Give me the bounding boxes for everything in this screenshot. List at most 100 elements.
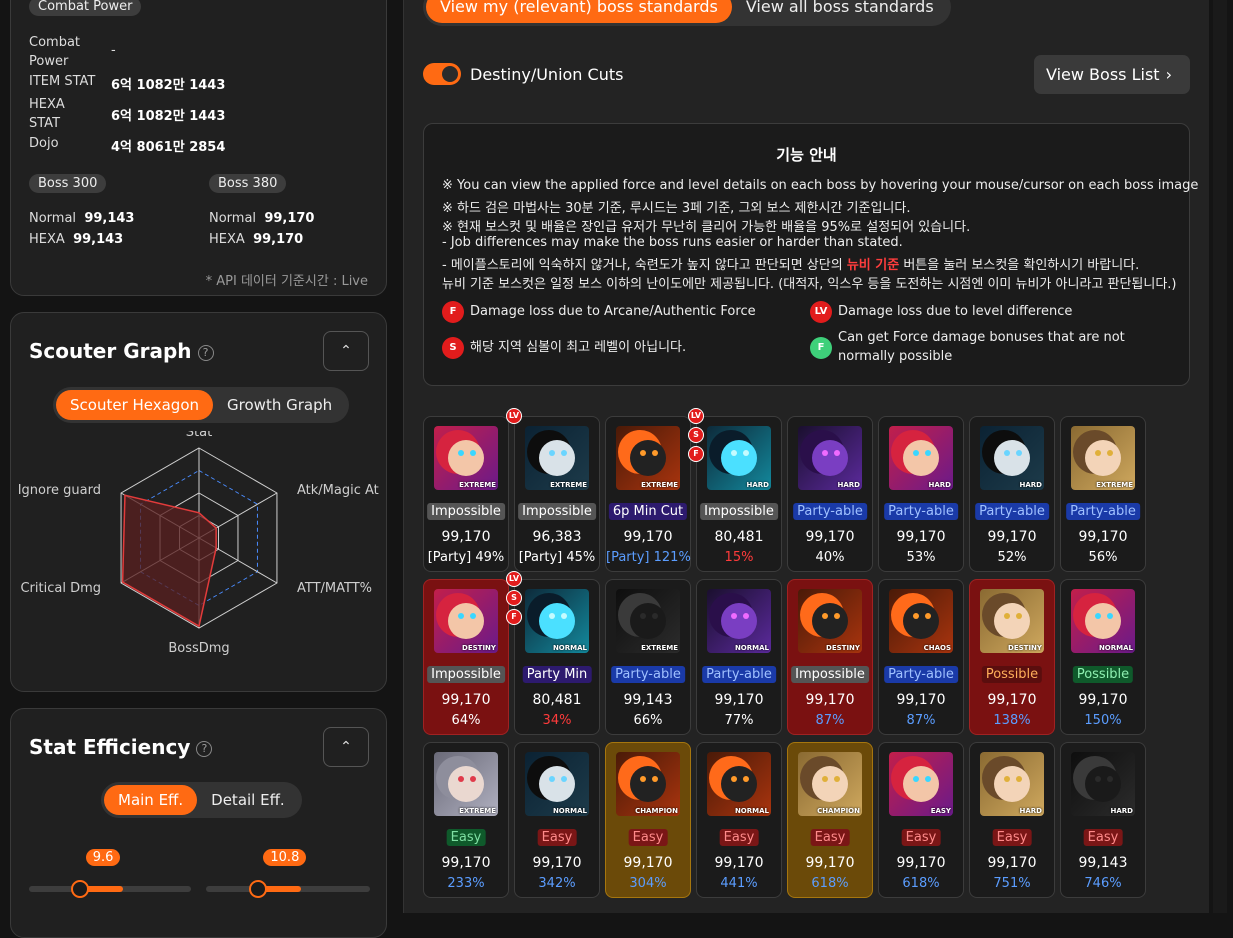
boss-card[interactable]: HARD Party-able 99,170 52% — [969, 416, 1055, 572]
boss-card[interactable]: NORMAL Party Min 80,481 34% LV S F — [506, 571, 600, 735]
view-boss-list-button[interactable]: View Boss List › — [1034, 55, 1190, 94]
boss-status-badge: Easy — [901, 829, 941, 846]
boss-card[interactable]: EASY Easy 99,170 618% — [878, 742, 964, 898]
stat-eff-title-wrap: Stat Efficiency? — [29, 735, 213, 759]
guide-title: 기능 안내 — [776, 146, 837, 164]
boss-card[interactable]: HARD Impossible 80,481 15% LV S F — [688, 408, 782, 572]
boss-card[interactable]: EXTREME Impossible 99,170 [Party] 49% — [423, 416, 509, 572]
boss-card[interactable]: EXTREME Party-able 99,143 66% — [605, 579, 691, 735]
boss-card[interactable]: NORMAL Party-able 99,170 77% — [696, 579, 782, 735]
boss-status-badge: Impossible — [427, 666, 505, 683]
boss-card[interactable]: CHAMPION Easy 99,170 618% — [787, 742, 873, 898]
combat-power-tag: Combat Power — [29, 0, 142, 16]
destiny-union-toggle[interactable] — [423, 63, 461, 85]
boss-image[interactable]: EXTREME — [616, 426, 680, 490]
boss-status-badge: Impossible — [427, 503, 505, 520]
boss-ratio: 441% — [720, 876, 758, 891]
boss-card[interactable]: DESTINY Impossible 99,170 87% — [787, 579, 873, 735]
boss-image[interactable]: HARD — [889, 426, 953, 490]
boss-card[interactable]: NORMAL Possible 99,170 150% — [1060, 579, 1146, 735]
boss-image[interactable]: CHAOS — [889, 589, 953, 653]
boss-status-badge: Easy — [628, 829, 668, 846]
scouter-collapse-button[interactable]: ⌃ — [323, 331, 369, 371]
boss-image[interactable]: EXTREME — [434, 752, 498, 816]
combat-power-card: Combat Power Combat Power - ITEM STAT 6억… — [10, 0, 387, 296]
boss-ratio: 64% — [451, 713, 481, 728]
boss-status-badge: Party-able — [611, 666, 685, 683]
help-icon[interactable]: ? — [197, 345, 214, 361]
boss-card[interactable]: NORMAL Easy 99,170 441% — [696, 742, 782, 898]
item-stat-value: 6억 1082만 1443 — [111, 78, 226, 93]
boss-card[interactable]: HARD Party-able 99,170 53% — [878, 416, 964, 572]
boss-portrait — [539, 603, 575, 639]
slider-1-value: 9.6 — [85, 849, 121, 866]
boss-eye — [640, 776, 646, 782]
help-icon[interactable]: ? — [196, 741, 213, 757]
boss-image[interactable]: NORMAL — [1071, 589, 1135, 653]
boss-image[interactable]: EXTREME — [1071, 426, 1135, 490]
boss-card[interactable]: DESTINY Possible 99,170 138% — [969, 579, 1055, 735]
radar-axis-label: Stat — [186, 431, 212, 440]
boss-image[interactable]: EXTREME — [525, 426, 589, 490]
boss-image[interactable]: NORMAL — [707, 589, 771, 653]
boss-image[interactable]: CHAMPION — [798, 752, 862, 816]
boss-ratio: 15% — [724, 550, 754, 565]
slider-2[interactable]: 10.8 — [206, 849, 370, 898]
boss-difficulty: DESTINY — [826, 644, 860, 652]
scrollbar[interactable] — [1213, 0, 1227, 913]
slider-1-handle[interactable] — [71, 880, 90, 898]
boss-portrait — [1085, 766, 1121, 802]
boss-image[interactable]: HARD — [798, 426, 862, 490]
tab-my-boss-standards[interactable]: View my (relevant) boss standards — [426, 0, 732, 23]
boss-combat-power: 99,170 — [1078, 529, 1128, 545]
slider-1[interactable]: 9.6 — [29, 849, 191, 898]
boss-card[interactable]: CHAMPION Easy 99,170 304% — [605, 742, 691, 898]
tab-detail-eff[interactable]: Detail Eff. — [197, 785, 299, 815]
boss-image[interactable]: DESTINY — [798, 589, 862, 653]
boss-image[interactable]: NORMAL — [525, 752, 589, 816]
boss-ratio: 618% — [902, 876, 940, 891]
boss-ratio: 87% — [906, 713, 936, 728]
boss-image[interactable]: DESTINY — [434, 589, 498, 653]
stat-eff-collapse-button[interactable]: ⌃ — [323, 727, 369, 767]
boss-card[interactable]: EXTREME Party-able 99,170 56% — [1060, 416, 1146, 572]
boss-card[interactable]: EXTREME 6p Min Cut 99,170 [Party] 121% — [605, 416, 691, 572]
tab-scouter-hexagon[interactable]: Scouter Hexagon — [56, 390, 214, 420]
boss380-hexa-value: 99,170 — [253, 232, 304, 247]
boss-card[interactable]: DESTINY Impossible 99,170 64% — [423, 579, 509, 735]
tab-all-boss-standards[interactable]: View all boss standards — [732, 0, 948, 23]
boss-image[interactable]: HARD — [1071, 752, 1135, 816]
boss-image[interactable]: HARD — [980, 426, 1044, 490]
slider-2-handle[interactable] — [248, 880, 267, 898]
boss-card[interactable]: EXTREME Easy 99,170 233% — [423, 742, 509, 898]
boss-eye — [1004, 776, 1010, 782]
boss-eye — [561, 450, 567, 456]
boss300-hexa-value: 99,143 — [73, 232, 124, 247]
boss-status-badge: Easy — [537, 829, 577, 846]
boss-image[interactable]: EXTREME — [616, 589, 680, 653]
boss-card[interactable]: NORMAL Easy 99,170 342% — [514, 742, 600, 898]
boss-image[interactable]: HARD — [980, 752, 1044, 816]
boss-ratio: 746% — [1084, 876, 1122, 891]
boss-image[interactable]: NORMAL — [525, 589, 589, 653]
tab-growth-graph[interactable]: Growth Graph — [213, 390, 346, 420]
boss-card[interactable]: EXTREME Impossible 96,383 [Party] 45% LV — [506, 408, 600, 572]
boss-image[interactable]: CHAMPION — [616, 752, 680, 816]
scouter-hexagon-chart: Stat Atk/Magic At ATT/MATT% BossDmg Critical… — [18, 431, 379, 656]
boss-card[interactable]: HARD Party-able 99,170 40% — [787, 416, 873, 572]
boss-image[interactable]: HARD — [707, 426, 771, 490]
boss-card[interactable]: CHAOS Party-able 99,170 87% — [878, 579, 964, 735]
boss-card[interactable]: HARD Easy 99,170 751% — [969, 742, 1055, 898]
boss-status-badge: Impossible — [791, 666, 869, 683]
boss-card[interactable]: HARD Easy 99,143 746% — [1060, 742, 1146, 898]
boss-image[interactable]: EASY — [889, 752, 953, 816]
boss-status-badge: Impossible — [518, 503, 596, 520]
boss-image[interactable]: NORMAL — [707, 752, 771, 816]
boss-combat-power: 99,170 — [441, 529, 491, 545]
guide-line-6: 뉴비 기준 보스컷은 일정 보스 이하의 난이도에만 제공됩니다. (대적자, … — [442, 277, 1177, 292]
boss-difficulty: NORMAL — [552, 644, 587, 652]
tab-main-eff[interactable]: Main Eff. — [104, 785, 198, 815]
guide-line-1: ※ You can view the applied force and lev… — [442, 178, 1199, 193]
boss-image[interactable]: EXTREME — [434, 426, 498, 490]
boss-image[interactable]: DESTINY — [980, 589, 1044, 653]
